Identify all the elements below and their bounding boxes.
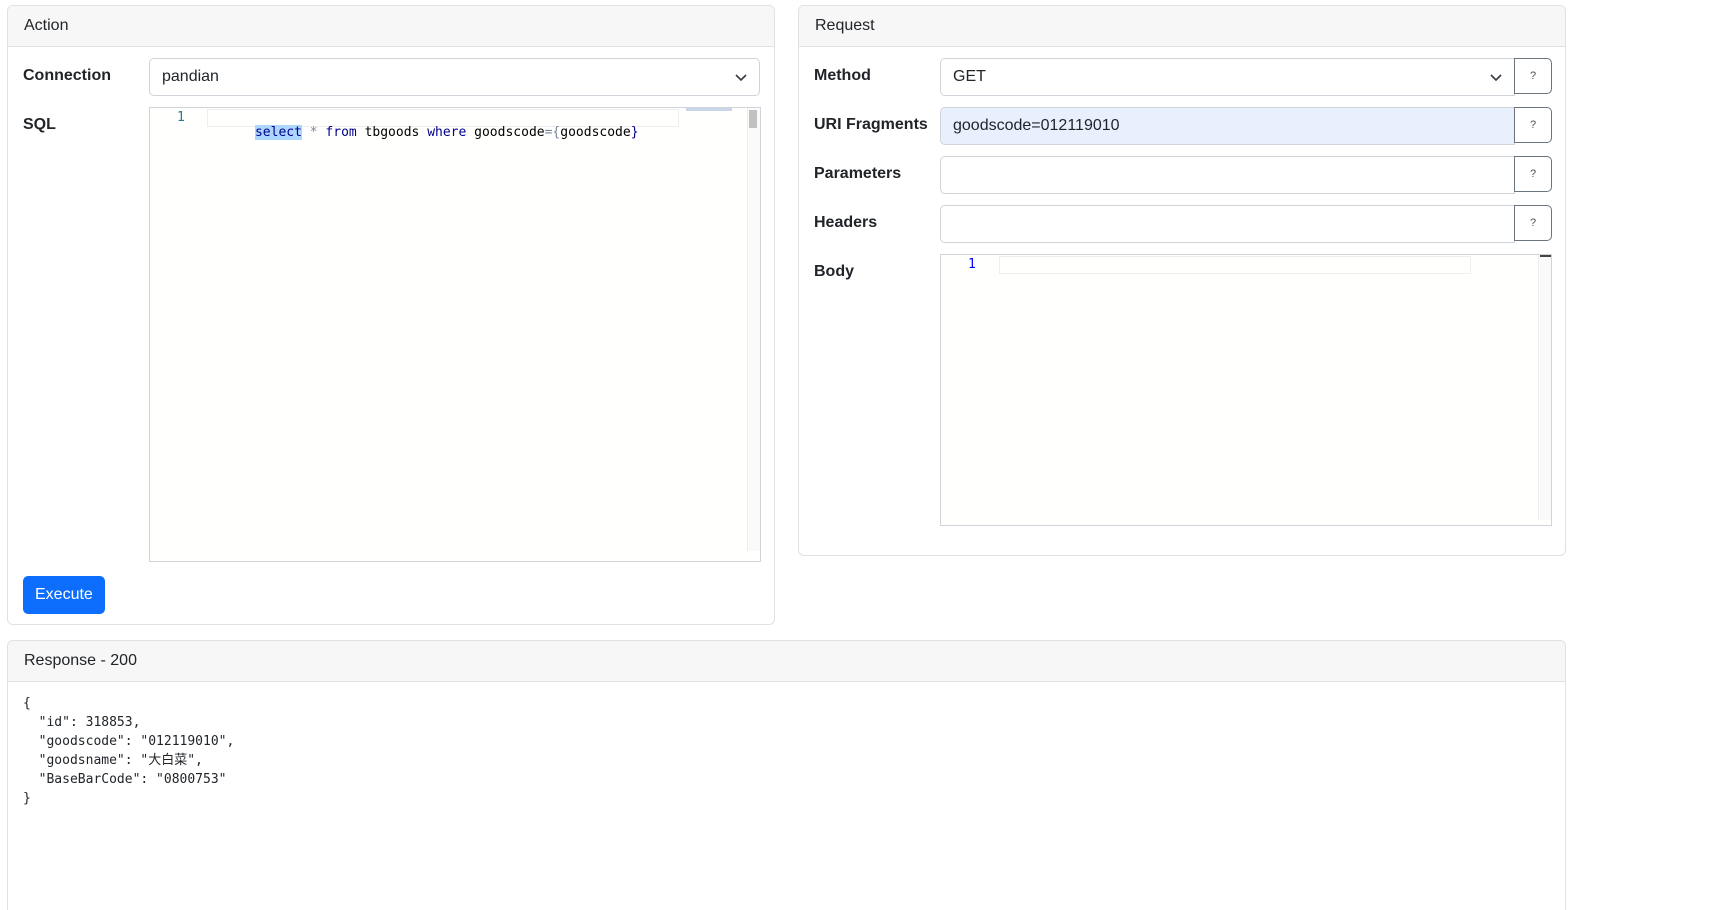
sql-token-star: * [309, 125, 318, 140]
sql-token-column: goodscode [474, 125, 545, 140]
uri-fragments-input[interactable]: goodscode=012119010 [940, 107, 1515, 145]
uri-fragments-help-button[interactable]: ? [1514, 107, 1552, 143]
headers-label: Headers [814, 214, 878, 231]
sql-token-param: goodscode [560, 125, 631, 140]
sql-code-line: select * from tbgoods where goodscode={g… [208, 110, 639, 155]
sql-token-eq-brace: ={ [544, 125, 561, 140]
chevron-down-icon [1490, 74, 1502, 82]
request-card: Request Method GET ? URI Fragments goods… [798, 5, 1566, 556]
sql-minimap [686, 108, 732, 111]
connection-select[interactable]: pandian [149, 58, 760, 96]
body-editor[interactable]: 1 [940, 254, 1552, 526]
headers-input[interactable] [940, 205, 1515, 243]
execute-button[interactable]: Execute [23, 576, 105, 614]
method-select[interactable]: GET [940, 58, 1515, 96]
sql-editor[interactable]: 1 select * from tbgoods where goodscode=… [149, 107, 761, 562]
connection-value: pandian [162, 68, 219, 85]
sql-token-where: where [427, 125, 467, 140]
sql-label: SQL [23, 116, 56, 133]
body-line-number: 1 [968, 257, 976, 272]
body-scroll-thumb[interactable] [1540, 255, 1551, 257]
sql-token-select: select [254, 125, 302, 140]
action-header: Action [8, 6, 774, 47]
method-value: GET [953, 68, 986, 85]
parameters-label: Parameters [814, 165, 902, 182]
sql-line-number: 1 [177, 110, 185, 125]
uri-fragments-label: URI Fragments [814, 116, 928, 133]
sql-scroll-thumb[interactable] [749, 110, 757, 128]
body-current-line-highlight [999, 256, 1471, 274]
uri-fragments-value: goodscode=012119010 [953, 117, 1120, 134]
sql-token-table: tbgoods [364, 125, 420, 140]
request-header: Request [799, 6, 1565, 47]
headers-help-button[interactable]: ? [1514, 205, 1552, 241]
sql-token-from: from [325, 125, 357, 140]
sql-token-close-brace: } [630, 125, 639, 140]
body-label: Body [814, 263, 854, 280]
chevron-down-icon [735, 74, 747, 82]
parameters-input[interactable] [940, 156, 1515, 194]
method-label: Method [814, 67, 871, 84]
method-help-button[interactable]: ? [1514, 58, 1552, 94]
body-scrollbar[interactable] [1538, 255, 1551, 520]
connection-label: Connection [23, 67, 111, 84]
parameters-help-button[interactable]: ? [1514, 156, 1552, 192]
response-header: Response - 200 [8, 641, 1565, 682]
action-card: Action Connection pandian SQL 1 select *… [7, 5, 775, 625]
response-card: Response - 200 { "id": 318853, "goodscod… [7, 640, 1566, 910]
response-body: { "id": 318853, "goodscode": "012119010"… [23, 696, 235, 806]
sql-scrollbar[interactable] [747, 108, 760, 551]
